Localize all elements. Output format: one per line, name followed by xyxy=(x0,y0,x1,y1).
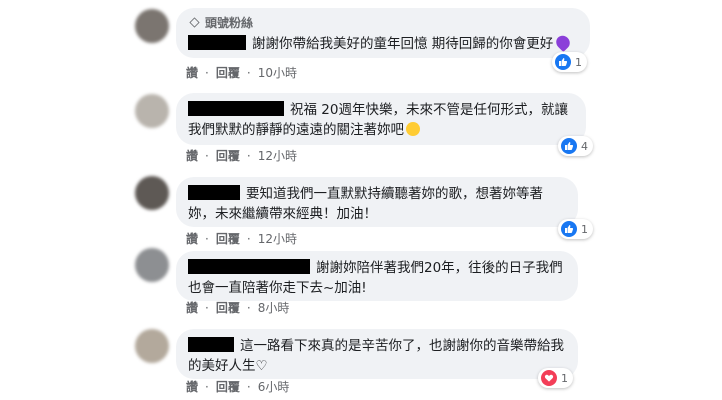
comment-text: 這一路看下來真的是辛苦你了，也謝謝你的音樂帶給我的美好人生♡ xyxy=(188,336,566,376)
comment-bubble: 要知道我們一直默默持續聽著妳的歌，想著妳等著妳，未來繼續帶來經典！加油！ xyxy=(176,177,578,227)
comment-bubble: 這一路看下來真的是辛苦你了，也謝謝你的音樂帶給我的美好人生♡ xyxy=(176,329,578,379)
comment-body: 要知道我們一直默默持續聽著妳的歌，想著妳等著妳，未來繼續帶來經典！加油！ xyxy=(188,186,543,222)
reply-link[interactable]: 回覆 xyxy=(216,378,240,395)
timestamp[interactable]: 12小時 xyxy=(258,147,297,164)
reply-link[interactable]: 回覆 xyxy=(216,147,240,164)
comment-text: 要知道我們一直默默持續聽著妳的歌，想著妳等著妳，未來繼續帶來經典！加油！ xyxy=(188,184,566,224)
reaction-count: 1 xyxy=(581,222,588,236)
comment-actions: 讚 · 回覆 · 12小時 xyxy=(186,230,297,247)
comment-text: 謝謝你帶給我美好的童年回憶 期待回歸的你會更好 xyxy=(188,32,578,54)
separator: · xyxy=(205,148,209,163)
comment-bubble: 頭號粉絲 謝謝你帶給我美好的童年回憶 期待回歸的你會更好 xyxy=(176,8,590,58)
redacted-name xyxy=(188,101,284,116)
comment-bubble: 祝福 20週年快樂，未來不管是任何形式，就讓我們默默的靜靜的遠遠的關注著妳吧 xyxy=(176,93,586,145)
purple-heart-icon xyxy=(553,32,573,53)
reaction-badge[interactable]: 1 xyxy=(538,368,573,388)
separator: · xyxy=(246,379,251,394)
top-fan-badge: 頭號粉絲 xyxy=(188,14,578,31)
like-link[interactable]: 讚 xyxy=(186,230,198,247)
separator: · xyxy=(205,379,209,394)
timestamp[interactable]: 12小時 xyxy=(258,230,297,247)
comment-actions: 讚 · 回覆 · 8小時 xyxy=(186,299,289,316)
reaction-count: 4 xyxy=(581,139,588,153)
timestamp[interactable]: 6小時 xyxy=(258,378,290,395)
redacted-name xyxy=(188,35,246,50)
like-icon xyxy=(555,54,571,70)
redacted-name xyxy=(188,259,310,274)
avatar[interactable] xyxy=(135,9,169,43)
like-icon xyxy=(561,138,577,154)
heart-icon xyxy=(541,370,557,386)
timestamp[interactable]: 10小時 xyxy=(258,64,297,81)
reply-link[interactable]: 回覆 xyxy=(216,299,240,316)
reply-link[interactable]: 回覆 xyxy=(216,64,240,81)
separator: · xyxy=(205,300,209,315)
avatar[interactable] xyxy=(135,329,169,363)
comment-body: 這一路看下來真的是辛苦你了，也謝謝你的音樂帶給我的美好人生♡ xyxy=(188,338,564,374)
reaction-badge[interactable]: 1 xyxy=(558,219,593,239)
like-link[interactable]: 讚 xyxy=(186,147,198,164)
avatar[interactable] xyxy=(135,94,169,128)
badge-label: 頭號粉絲 xyxy=(205,16,254,30)
comment-body: 謝謝你帶給我美好的童年回憶 期待回歸的你會更好 xyxy=(252,36,554,52)
separator: · xyxy=(246,65,251,80)
like-link[interactable]: 讚 xyxy=(186,378,198,395)
separator: · xyxy=(246,231,251,246)
timestamp[interactable]: 8小時 xyxy=(258,299,290,316)
separator: · xyxy=(205,231,209,246)
comment-actions: 讚 · 回覆 · 6小時 xyxy=(186,378,289,395)
reaction-badge[interactable]: 4 xyxy=(558,136,593,156)
separator: · xyxy=(205,65,209,80)
like-link[interactable]: 讚 xyxy=(186,64,198,81)
smile-emoji-icon xyxy=(406,122,420,136)
avatar[interactable] xyxy=(135,176,169,210)
redacted-name xyxy=(188,185,240,200)
comment-actions: 讚 · 回覆 · 10小時 xyxy=(186,64,297,81)
like-icon xyxy=(561,221,577,237)
comment-actions: 讚 · 回覆 · 12小時 xyxy=(186,147,297,164)
comment-text: 祝福 20週年快樂，未來不管是任何形式，就讓我們默默的靜靜的遠遠的關注著妳吧 xyxy=(188,100,574,140)
redacted-name xyxy=(188,337,234,352)
separator: · xyxy=(246,148,251,163)
reply-link[interactable]: 回覆 xyxy=(216,230,240,247)
reaction-count: 1 xyxy=(575,55,582,69)
comment-bubble: 謝謝妳陪伴著我們20年，往後的日子我們也會一直陪著你走下去~加油! xyxy=(176,251,578,301)
comment-text: 謝謝妳陪伴著我們20年，往後的日子我們也會一直陪著你走下去~加油! xyxy=(188,258,566,298)
reaction-count: 1 xyxy=(561,371,568,385)
reaction-badge[interactable]: 1 xyxy=(552,52,587,72)
diamond-icon xyxy=(189,17,200,28)
separator: · xyxy=(246,300,251,315)
like-link[interactable]: 讚 xyxy=(186,299,198,316)
avatar[interactable] xyxy=(135,248,169,282)
